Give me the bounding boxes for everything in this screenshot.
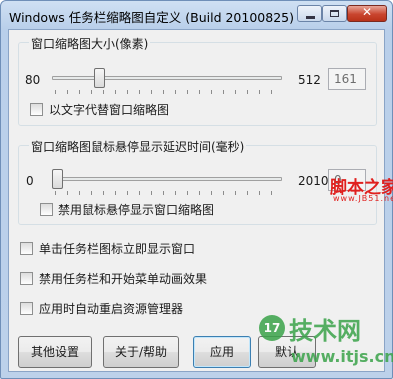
disable-hover-checkbox[interactable] <box>40 203 53 216</box>
text-instead-label: 以文字代替窗口缩略图 <box>49 103 170 117</box>
thumbnail-size-group: 窗口缩略图大小(像素) 80 512 161 以文字代替窗口缩略图 <box>18 35 377 126</box>
disable-hover-label: 禁用鼠标悬停显示窗口缩略图 <box>58 203 215 217</box>
size-slider-ticks <box>55 90 281 94</box>
size-slider-track[interactable] <box>52 76 282 80</box>
size-value-field[interactable]: 161 <box>328 68 366 90</box>
apply-button[interactable]: 应用 <box>193 336 251 368</box>
close-button[interactable]: ✕ <box>347 5 387 22</box>
about-help-button[interactable]: 关于/帮助 <box>103 336 179 368</box>
thumbnail-size-title: 窗口缩略图大小(像素) <box>29 35 151 52</box>
click-show-window-label: 单击任务栏图标立即显示窗口 <box>39 242 196 256</box>
size-max-label: 512 <box>298 73 321 87</box>
hover-delay-title: 窗口缩略图鼠标悬停显示延迟时间(毫秒) <box>29 138 247 155</box>
maximize-button[interactable] <box>322 5 347 22</box>
minimize-button[interactable] <box>297 5 322 22</box>
delay-max-label: 2010 <box>298 174 329 188</box>
window-title: Windows 任务栏缩略图自定义 (Build 20100825) <box>9 10 294 25</box>
disable-animation-label: 禁用任务栏和开始菜单动画效果 <box>39 272 208 286</box>
restart-explorer-label: 应用时自动重启资源管理器 <box>39 302 184 316</box>
delay-slider-track[interactable] <box>52 177 282 181</box>
disable-animation-checkbox[interactable] <box>20 272 33 285</box>
close-icon: ✕ <box>361 5 373 19</box>
restart-explorer-checkbox[interactable] <box>20 302 33 315</box>
delay-slider-thumb[interactable] <box>52 169 63 189</box>
delay-value-field[interactable]: 0 <box>328 169 366 191</box>
minimize-icon <box>306 16 315 19</box>
click-show-window-checkbox[interactable] <box>20 242 33 255</box>
delay-min-label: 0 <box>26 174 34 188</box>
delay-slider-ticks <box>55 191 281 195</box>
size-slider-thumb[interactable] <box>93 68 105 88</box>
maximize-icon <box>330 10 339 17</box>
size-min-label: 80 <box>25 73 41 87</box>
other-settings-button[interactable]: 其他设置 <box>18 336 92 368</box>
title-bar[interactable]: Windows 任务栏缩略图自定义 (Build 20100825) ✕ <box>1 1 392 29</box>
client-area: 窗口缩略图大小(像素) 80 512 161 以文字代替窗口缩略图 窗口缩略图鼠… <box>8 29 385 372</box>
app-window: Windows 任务栏缩略图自定义 (Build 20100825) ✕ 窗口缩… <box>0 0 393 379</box>
restore-default-button[interactable]: 默认 <box>258 336 316 368</box>
hover-delay-group: 窗口缩略图鼠标悬停显示延迟时间(毫秒) 0 2010 0 禁用鼠标悬停显示窗口缩… <box>18 138 377 225</box>
text-instead-checkbox[interactable] <box>30 103 43 116</box>
